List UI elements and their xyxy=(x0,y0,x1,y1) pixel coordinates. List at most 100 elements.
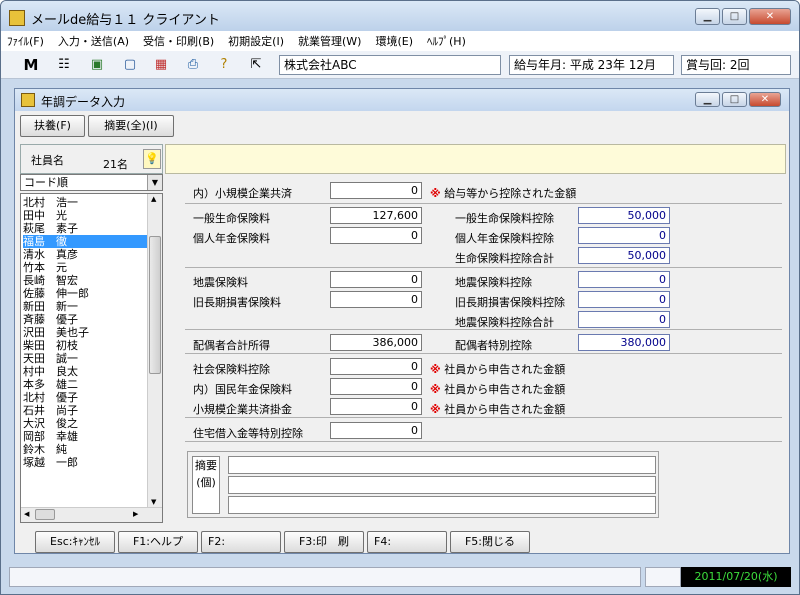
list-item[interactable]: 柴田 初枝 xyxy=(23,339,147,352)
quake-ded-value: 0 xyxy=(578,271,670,288)
color-grid-icon[interactable]: ▦ xyxy=(153,57,169,73)
life-ins-input[interactable]: 127,600 xyxy=(330,207,422,224)
memo-line-1[interactable] xyxy=(228,456,656,474)
employee-list-header: 社員名 21名 💡 xyxy=(20,144,163,174)
employee-note-text: 社員から申告された金額 xyxy=(444,383,566,396)
list-item[interactable]: 長崎 智宏 xyxy=(23,274,147,287)
social-ins-input[interactable]: 0 xyxy=(330,358,422,375)
menu-help[interactable]: ﾍﾙﾌﾟ(H) xyxy=(427,33,466,49)
f2-button[interactable]: F2: xyxy=(201,531,281,553)
list-item[interactable]: 村中 良太 xyxy=(23,365,147,378)
list-vertical-scrollbar[interactable]: ▲ ▼ xyxy=(147,194,162,507)
pension-label: 個人年金保険料 xyxy=(193,232,270,245)
esc-cancel-button[interactable]: Esc:ｷｬﾝｾﾙ xyxy=(35,531,115,553)
sort-order-select[interactable]: コード順 ▼ xyxy=(20,174,163,191)
scroll-right-icon[interactable]: ▶ xyxy=(133,510,138,518)
list-item[interactable]: 新田 新一 xyxy=(23,300,147,313)
list-scroll-thumb[interactable] xyxy=(149,236,161,374)
lightbulb-icon[interactable]: 💡 xyxy=(143,149,161,169)
life-ded-value: 50,000 xyxy=(578,207,670,224)
spouse-income-input[interactable]: 386,000 xyxy=(330,334,422,351)
pension-input[interactable]: 0 xyxy=(330,227,422,244)
housing-loan-label: 住宅借入金等特別控除 xyxy=(193,427,303,440)
list-icon[interactable]: ☷ xyxy=(56,57,72,73)
national-pension-input[interactable]: 0 xyxy=(330,378,422,395)
menu-bar: ﾌｧｲﾙ(F) 入力・送信(A) 受信・印刷(B) 初期設定(I) 就業管理(W… xyxy=(1,31,799,51)
f3-print-button[interactable]: F3:印 刷 xyxy=(284,531,364,553)
divider xyxy=(185,329,782,330)
salary-note: ※ 給与等から控除された金額 xyxy=(430,185,576,201)
memo-line-2[interactable] xyxy=(228,476,656,494)
list-item[interactable]: 田中 光 xyxy=(23,209,147,222)
scroll-up-icon[interactable]: ▲ xyxy=(151,195,156,203)
life-total-label: 生命保険料控除合計 xyxy=(455,252,554,265)
dependents-button[interactable]: 扶養(F) xyxy=(20,115,85,137)
close-button[interactable]: ✕ xyxy=(749,8,791,25)
life-ins-label: 一般生命保険料 xyxy=(193,212,270,225)
list-item[interactable]: 北村 浩一 xyxy=(23,196,147,209)
chevron-down-icon[interactable]: ▼ xyxy=(147,175,162,190)
menu-initial-settings[interactable]: 初期設定(I) xyxy=(228,33,284,49)
list-item[interactable]: 本多 雄二 xyxy=(23,378,147,391)
list-hscroll-thumb[interactable] xyxy=(35,509,55,520)
child-minimize-button[interactable]: ▁ xyxy=(695,92,720,107)
status-pane-small xyxy=(645,567,681,587)
list-item[interactable]: 大沢 俊之 xyxy=(23,417,147,430)
employee-note: ※ 社員から申告された金額 xyxy=(430,381,565,397)
list-item[interactable]: 沢田 美也子 xyxy=(23,326,147,339)
summary-all-button[interactable]: 摘要(全)(I) xyxy=(88,115,174,137)
employee-list[interactable]: 北村 浩一 田中 光 萩尾 素子 福島 徹 清水 真彦 竹本 元 長崎 智宏 佐… xyxy=(20,193,163,523)
list-item[interactable]: 天田 誠一 xyxy=(23,352,147,365)
asterisk-mark-icon: ※ xyxy=(430,187,441,200)
list-item[interactable]: 萩尾 素子 xyxy=(23,222,147,235)
quake-input[interactable]: 0 xyxy=(330,271,422,288)
status-bar: 2011/07/20(水) xyxy=(9,567,793,589)
list-item[interactable]: 鈴木 純 xyxy=(23,443,147,456)
list-item-selected[interactable]: 福島 徹 xyxy=(23,235,147,249)
minimize-button[interactable]: ▁ xyxy=(695,8,720,25)
menu-environment[interactable]: 環境(E) xyxy=(375,33,413,49)
printer-icon[interactable]: ⎙ xyxy=(185,57,201,73)
help-icon[interactable]: ? xyxy=(216,57,232,73)
list-item[interactable]: 佐藤 伸一郎 xyxy=(23,287,147,300)
window-title: メールde給与１１ クライアント xyxy=(31,13,220,28)
company-name: 株式会社ABC xyxy=(279,55,501,75)
list-item[interactable]: 竹本 元 xyxy=(23,261,147,274)
pension-ded-label: 個人年金保険料控除 xyxy=(455,232,554,245)
child-window-title: 年調データ入力 xyxy=(41,95,126,109)
window-icon[interactable]: ▢ xyxy=(122,57,138,73)
monitor-icon[interactable]: ▣ xyxy=(89,57,105,73)
menu-receive-print[interactable]: 受信・印刷(B) xyxy=(143,33,214,49)
list-item[interactable]: 岡部 幸雄 xyxy=(23,430,147,443)
pension-ded-value: 0 xyxy=(578,227,670,244)
list-horizontal-scrollbar[interactable]: ◀ ▶ xyxy=(21,507,162,522)
child-close-button[interactable]: ✕ xyxy=(749,92,781,107)
f1-help-button[interactable]: F1:ヘルプ xyxy=(118,531,198,553)
employee-note-text: 社員から申告された金額 xyxy=(444,363,566,376)
small-biz-premium-input[interactable]: 0 xyxy=(330,398,422,415)
info-bar xyxy=(165,144,786,174)
housing-loan-input[interactable]: 0 xyxy=(330,422,422,439)
old-long-ded-value: 0 xyxy=(578,291,670,308)
mail-icon[interactable]: M xyxy=(23,57,39,73)
scroll-down-icon[interactable]: ▼ xyxy=(151,498,156,506)
menu-attendance[interactable]: 就業管理(W) xyxy=(298,33,361,49)
f5-close-button[interactable]: F5:閉じる xyxy=(450,531,530,553)
exit-icon[interactable]: ⇱ xyxy=(248,57,264,73)
f4-button[interactable]: F4: xyxy=(367,531,447,553)
old-long-input[interactable]: 0 xyxy=(330,291,422,308)
quake-total-label: 地震保険料控除合計 xyxy=(455,316,554,329)
list-item[interactable]: 斉藤 優子 xyxy=(23,313,147,326)
child-maximize-button[interactable]: □ xyxy=(722,92,747,107)
title-bar: メールde給与１１ クライアント ▁ □ ✕ xyxy=(1,1,799,31)
menu-file[interactable]: ﾌｧｲﾙ(F) xyxy=(7,33,44,49)
menu-input-send[interactable]: 入力・送信(A) xyxy=(58,33,129,49)
scroll-left-icon[interactable]: ◀ xyxy=(24,510,29,518)
list-item[interactable]: 北村 優子 xyxy=(23,391,147,404)
list-item[interactable]: 塚越 一郎 xyxy=(23,456,147,469)
list-item[interactable]: 石井 尚子 xyxy=(23,404,147,417)
maximize-button[interactable]: □ xyxy=(722,8,747,25)
memo-line-3[interactable] xyxy=(228,496,656,514)
list-item[interactable]: 清水 真彦 xyxy=(23,248,147,261)
small-biz-input[interactable]: 0 xyxy=(330,182,422,199)
